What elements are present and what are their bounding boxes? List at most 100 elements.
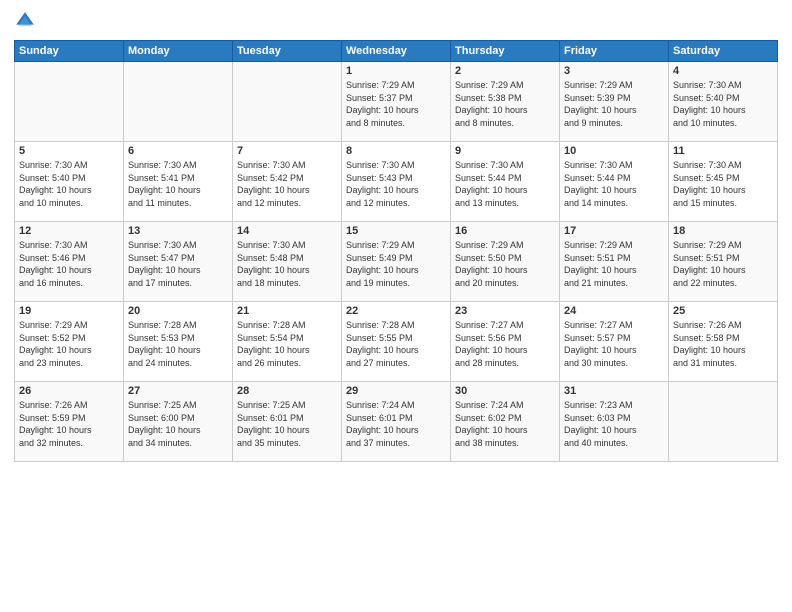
day-info: Sunrise: 7:29 AM Sunset: 5:51 PM Dayligh… <box>564 239 664 289</box>
day-number: 1 <box>346 65 446 77</box>
day-info: Sunrise: 7:29 AM Sunset: 5:50 PM Dayligh… <box>455 239 555 289</box>
logo <box>14 10 40 32</box>
day-info: Sunrise: 7:30 AM Sunset: 5:43 PM Dayligh… <box>346 159 446 209</box>
header-cell-monday: Monday <box>124 41 233 62</box>
calendar-cell: 30 Sunrise: 7:24 AM Sunset: 6:02 PM Dayli… <box>451 382 560 462</box>
day-number: 24 <box>564 305 664 317</box>
calendar-cell: 15 Sunrise: 7:29 AM Sunset: 5:49 PM Dayli… <box>342 222 451 302</box>
calendar-cell <box>233 62 342 142</box>
day-info: Sunrise: 7:30 AM Sunset: 5:48 PM Dayligh… <box>237 239 337 289</box>
calendar-cell <box>124 62 233 142</box>
calendar-cell: 25 Sunrise: 7:26 AM Sunset: 5:58 PM Dayli… <box>669 302 778 382</box>
day-info: Sunrise: 7:29 AM Sunset: 5:52 PM Dayligh… <box>19 319 119 369</box>
calendar-row: 12 Sunrise: 7:30 AM Sunset: 5:46 PM Dayli… <box>15 222 778 302</box>
calendar-cell: 16 Sunrise: 7:29 AM Sunset: 5:50 PM Dayli… <box>451 222 560 302</box>
day-info: Sunrise: 7:30 AM Sunset: 5:44 PM Dayligh… <box>564 159 664 209</box>
day-number: 30 <box>455 385 555 397</box>
calendar-cell <box>15 62 124 142</box>
header <box>14 10 778 32</box>
day-info: Sunrise: 7:29 AM Sunset: 5:49 PM Dayligh… <box>346 239 446 289</box>
calendar-cell: 2Sunrise: 7:29 AM Sunset: 5:38 PM Daylig… <box>451 62 560 142</box>
day-number: 15 <box>346 225 446 237</box>
day-info: Sunrise: 7:30 AM Sunset: 5:47 PM Dayligh… <box>128 239 228 289</box>
header-cell-tuesday: Tuesday <box>233 41 342 62</box>
calendar-cell: 5 Sunrise: 7:30 AM Sunset: 5:40 PM Daylig… <box>15 142 124 222</box>
day-info: Sunrise: 7:25 AM Sunset: 6:00 PM Dayligh… <box>128 399 228 449</box>
day-info: Sunrise: 7:24 AM Sunset: 6:02 PM Dayligh… <box>455 399 555 449</box>
calendar-row: 19 Sunrise: 7:29 AM Sunset: 5:52 PM Dayli… <box>15 302 778 382</box>
day-info: Sunrise: 7:30 AM Sunset: 5:45 PM Dayligh… <box>673 159 773 209</box>
day-number: 16 <box>455 225 555 237</box>
calendar-row: 5 Sunrise: 7:30 AM Sunset: 5:40 PM Daylig… <box>15 142 778 222</box>
calendar-cell: 3 Sunrise: 7:29 AM Sunset: 5:39 PM Daylig… <box>560 62 669 142</box>
day-info: Sunrise: 7:28 AM Sunset: 5:54 PM Dayligh… <box>237 319 337 369</box>
header-cell-sunday: Sunday <box>15 41 124 62</box>
day-info: Sunrise: 7:29 AM Sunset: 5:39 PM Dayligh… <box>564 79 664 129</box>
calendar-row: 1 Sunrise: 7:29 AM Sunset: 5:37 PM Daylig… <box>15 62 778 142</box>
day-info: Sunrise: 7:28 AM Sunset: 5:55 PM Dayligh… <box>346 319 446 369</box>
day-number: 11 <box>673 145 773 157</box>
calendar-cell: 1 Sunrise: 7:29 AM Sunset: 5:37 PM Daylig… <box>342 62 451 142</box>
day-info: Sunrise: 7:30 AM Sunset: 5:41 PM Dayligh… <box>128 159 228 209</box>
day-number: 5 <box>19 145 119 157</box>
calendar-cell: 31Sunrise: 7:23 AM Sunset: 6:03 PM Dayli… <box>560 382 669 462</box>
header-row: SundayMondayTuesdayWednesdayThursdayFrid… <box>15 41 778 62</box>
day-info: Sunrise: 7:30 AM Sunset: 5:40 PM Dayligh… <box>673 79 773 129</box>
logo-icon <box>14 10 36 32</box>
day-info: Sunrise: 7:25 AM Sunset: 6:01 PM Dayligh… <box>237 399 337 449</box>
header-cell-thursday: Thursday <box>451 41 560 62</box>
day-number: 27 <box>128 385 228 397</box>
day-info: Sunrise: 7:29 AM Sunset: 5:51 PM Dayligh… <box>673 239 773 289</box>
calendar-cell: 21 Sunrise: 7:28 AM Sunset: 5:54 PM Dayli… <box>233 302 342 382</box>
day-info: Sunrise: 7:26 AM Sunset: 5:59 PM Dayligh… <box>19 399 119 449</box>
calendar-cell: 26Sunrise: 7:26 AM Sunset: 5:59 PM Dayli… <box>15 382 124 462</box>
calendar-cell: 4 Sunrise: 7:30 AM Sunset: 5:40 PM Daylig… <box>669 62 778 142</box>
day-number: 3 <box>564 65 664 77</box>
calendar-cell: 29 Sunrise: 7:24 AM Sunset: 6:01 PM Dayli… <box>342 382 451 462</box>
day-number: 17 <box>564 225 664 237</box>
calendar-table: SundayMondayTuesdayWednesdayThursdayFrid… <box>14 40 778 462</box>
day-number: 13 <box>128 225 228 237</box>
day-number: 10 <box>564 145 664 157</box>
header-cell-friday: Friday <box>560 41 669 62</box>
day-number: 12 <box>19 225 119 237</box>
day-number: 7 <box>237 145 337 157</box>
day-number: 19 <box>19 305 119 317</box>
calendar-cell: 7 Sunrise: 7:30 AM Sunset: 5:42 PM Daylig… <box>233 142 342 222</box>
calendar-cell: 8 Sunrise: 7:30 AM Sunset: 5:43 PM Daylig… <box>342 142 451 222</box>
calendar-row: 26Sunrise: 7:26 AM Sunset: 5:59 PM Dayli… <box>15 382 778 462</box>
day-number: 2 <box>455 65 555 77</box>
day-info: Sunrise: 7:30 AM Sunset: 5:46 PM Dayligh… <box>19 239 119 289</box>
calendar-cell: 27 Sunrise: 7:25 AM Sunset: 6:00 PM Dayli… <box>124 382 233 462</box>
calendar-cell: 18 Sunrise: 7:29 AM Sunset: 5:51 PM Dayli… <box>669 222 778 302</box>
day-info: Sunrise: 7:30 AM Sunset: 5:42 PM Dayligh… <box>237 159 337 209</box>
day-number: 9 <box>455 145 555 157</box>
day-number: 25 <box>673 305 773 317</box>
day-number: 14 <box>237 225 337 237</box>
day-number: 18 <box>673 225 773 237</box>
day-number: 31 <box>564 385 664 397</box>
day-info: Sunrise: 7:29 AM Sunset: 5:37 PM Dayligh… <box>346 79 446 129</box>
calendar-cell: 6 Sunrise: 7:30 AM Sunset: 5:41 PM Daylig… <box>124 142 233 222</box>
day-info: Sunrise: 7:30 AM Sunset: 5:40 PM Dayligh… <box>19 159 119 209</box>
header-cell-wednesday: Wednesday <box>342 41 451 62</box>
calendar-cell: 10 Sunrise: 7:30 AM Sunset: 5:44 PM Dayli… <box>560 142 669 222</box>
day-number: 29 <box>346 385 446 397</box>
calendar-cell: 19 Sunrise: 7:29 AM Sunset: 5:52 PM Dayli… <box>15 302 124 382</box>
day-number: 20 <box>128 305 228 317</box>
day-number: 21 <box>237 305 337 317</box>
day-info: Sunrise: 7:26 AM Sunset: 5:58 PM Dayligh… <box>673 319 773 369</box>
calendar-cell: 23Sunrise: 7:27 AM Sunset: 5:56 PM Dayli… <box>451 302 560 382</box>
page: SundayMondayTuesdayWednesdayThursdayFrid… <box>0 0 792 612</box>
calendar-cell: 14 Sunrise: 7:30 AM Sunset: 5:48 PM Dayli… <box>233 222 342 302</box>
day-number: 6 <box>128 145 228 157</box>
calendar-cell: 11 Sunrise: 7:30 AM Sunset: 5:45 PM Dayli… <box>669 142 778 222</box>
calendar-cell: 24Sunrise: 7:27 AM Sunset: 5:57 PM Dayli… <box>560 302 669 382</box>
day-info: Sunrise: 7:24 AM Sunset: 6:01 PM Dayligh… <box>346 399 446 449</box>
day-number: 4 <box>673 65 773 77</box>
calendar-cell: 13 Sunrise: 7:30 AM Sunset: 5:47 PM Dayli… <box>124 222 233 302</box>
calendar-cell: 12 Sunrise: 7:30 AM Sunset: 5:46 PM Dayli… <box>15 222 124 302</box>
calendar-cell <box>669 382 778 462</box>
day-number: 22 <box>346 305 446 317</box>
day-number: 8 <box>346 145 446 157</box>
